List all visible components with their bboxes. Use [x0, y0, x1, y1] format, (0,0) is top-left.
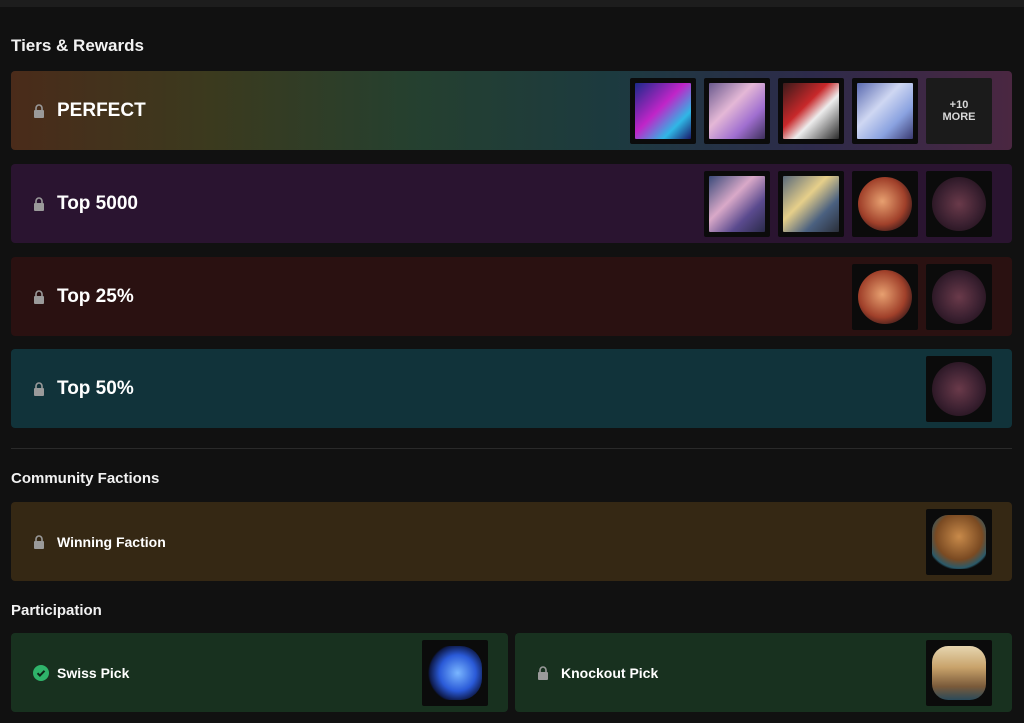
reward-skin[interactable] — [778, 78, 844, 144]
tier-row-top-5000[interactable]: Top 5000 — [11, 164, 1012, 243]
participation-swiss-pick[interactable]: Swiss Pick — [11, 633, 508, 712]
reward-thumbnails — [704, 171, 992, 237]
tier-label: Top 25% — [57, 285, 134, 307]
lock-icon — [34, 289, 44, 304]
tiers-rewards-title: Tiers & Rewards — [11, 36, 144, 55]
lock-icon — [34, 534, 44, 549]
tier-row-top-50[interactable]: Top 50% — [11, 349, 1012, 428]
icon-art — [932, 270, 986, 324]
top-bar — [0, 0, 1024, 7]
reward-emote[interactable] — [852, 264, 918, 330]
skin-art — [783, 83, 839, 139]
reward-thumbnails — [852, 264, 992, 330]
participation-label: Swiss Pick — [57, 664, 130, 681]
reward-emote[interactable] — [852, 171, 918, 237]
lock-icon — [538, 665, 548, 680]
reward-icon[interactable] — [926, 264, 992, 330]
faction-label: Winning Faction — [57, 533, 166, 550]
tier-label: PERFECT — [57, 99, 146, 121]
emote-art — [858, 177, 912, 231]
tier-row-top-25[interactable]: Top 25% — [11, 257, 1012, 336]
lock-icon — [34, 103, 44, 118]
ward-art — [932, 515, 986, 569]
reward-skin[interactable] — [778, 171, 844, 237]
tier-row-perfect[interactable]: PERFECT +10 MORE — [11, 71, 1012, 150]
lock-icon — [34, 196, 44, 211]
faction-row-winning[interactable]: Winning Faction — [11, 502, 1012, 581]
tier-label: Top 5000 — [57, 192, 138, 214]
reward-skin[interactable] — [630, 78, 696, 144]
icon-art — [932, 177, 986, 231]
reward-ward[interactable] — [926, 640, 992, 706]
participation-knockout-pick[interactable]: Knockout Pick — [515, 633, 1012, 712]
reward-icon[interactable] — [926, 171, 992, 237]
reward-thumbnails — [926, 356, 992, 422]
tier-label: Top 50% — [57, 377, 134, 399]
skin-art — [709, 176, 765, 232]
reward-thumbnails: +10 MORE — [630, 78, 992, 144]
icon-art — [428, 646, 482, 700]
skin-art — [709, 83, 765, 139]
reward-skin[interactable] — [704, 78, 770, 144]
reward-icon[interactable] — [422, 640, 488, 706]
emote-art — [858, 270, 912, 324]
check-icon — [33, 664, 49, 681]
reward-skin[interactable] — [852, 78, 918, 144]
skin-art — [857, 83, 913, 139]
more-rewards-button[interactable]: +10 MORE — [926, 78, 992, 144]
reward-thumbnails — [926, 509, 992, 575]
more-rewards-label: +10 MORE — [942, 99, 976, 123]
skin-art — [783, 176, 839, 232]
section-divider — [11, 448, 1012, 449]
participation-label: Knockout Pick — [561, 664, 659, 681]
skin-art — [635, 83, 691, 139]
reward-ward[interactable] — [926, 509, 992, 575]
icon-art — [932, 362, 986, 416]
participation-title: Participation — [11, 602, 102, 619]
reward-icon[interactable] — [926, 356, 992, 422]
reward-skin[interactable] — [704, 171, 770, 237]
lock-icon — [34, 381, 44, 396]
community-factions-title: Community Factions — [11, 470, 160, 487]
ward-art — [932, 646, 986, 700]
